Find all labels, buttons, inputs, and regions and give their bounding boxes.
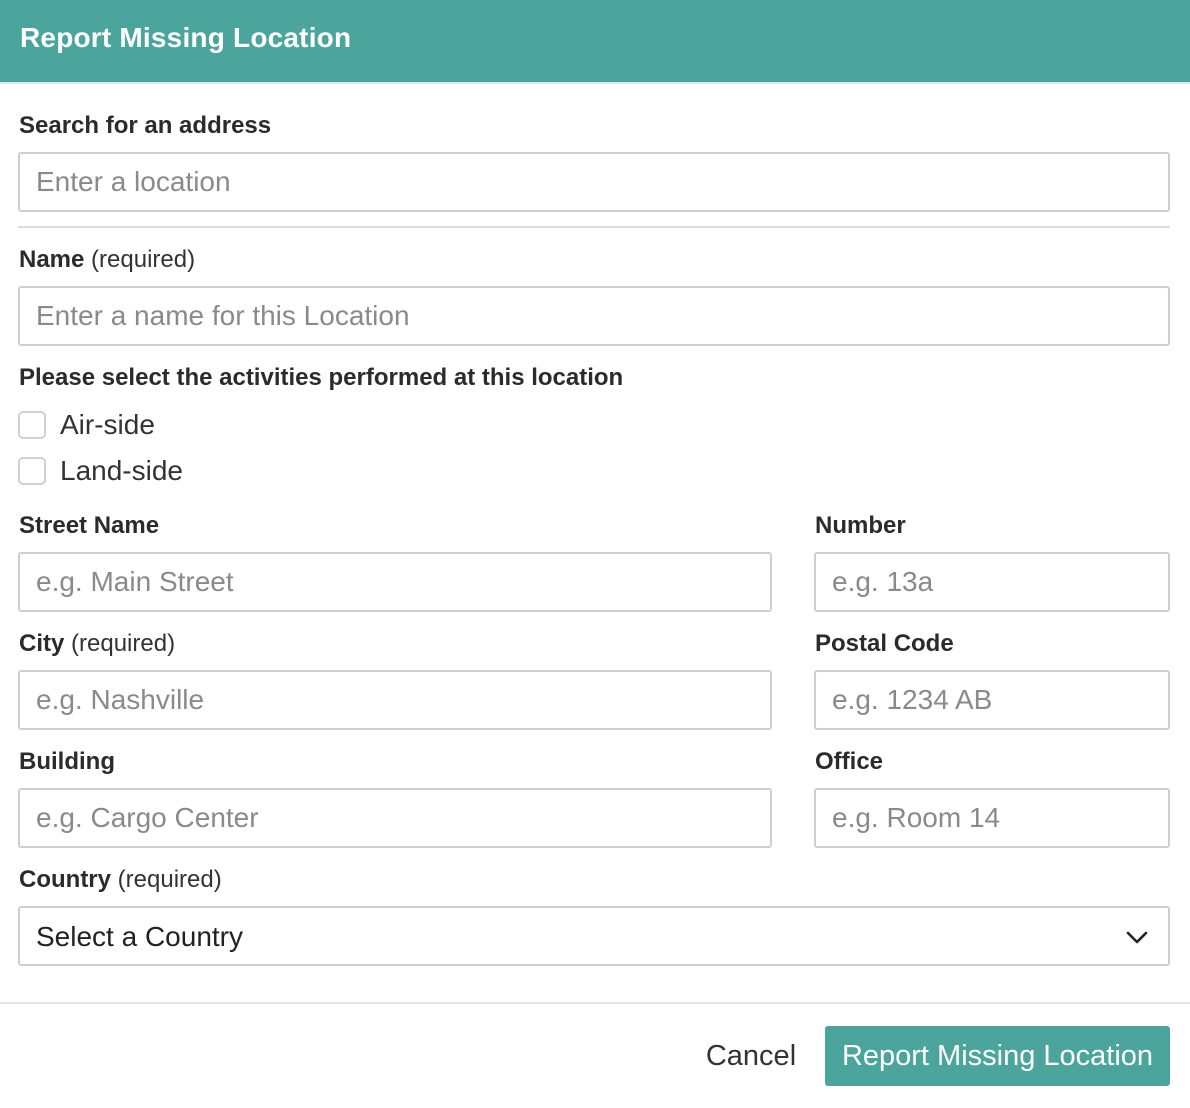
country-label: Country (required) xyxy=(19,865,222,895)
number-label-text: Number xyxy=(815,512,906,539)
report-missing-location-button[interactable]: Report Missing Location xyxy=(825,1026,1170,1086)
search-label-text: Search for an address xyxy=(19,112,272,139)
postal-code-input[interactable] xyxy=(814,670,1170,730)
country-select-value: Select a Country xyxy=(36,921,243,952)
section-divider xyxy=(18,226,1170,228)
activities-label-text: Please select the activities performed a… xyxy=(19,364,624,391)
location-name-input[interactable] xyxy=(18,286,1170,346)
number-label: Number xyxy=(815,511,906,541)
airside-checkbox[interactable] xyxy=(18,411,46,439)
address-search-input[interactable] xyxy=(18,152,1170,212)
street-number-input[interactable] xyxy=(814,552,1170,612)
city-input[interactable] xyxy=(18,670,772,730)
name-required-hint: (required) xyxy=(91,246,196,273)
building-label: Building xyxy=(19,747,115,777)
activities-label: Please select the activities performed a… xyxy=(19,363,623,393)
cancel-button[interactable]: Cancel xyxy=(690,1026,812,1086)
country-required-hint: (required) xyxy=(117,866,222,893)
search-label: Search for an address xyxy=(19,111,271,141)
postal-label: Postal Code xyxy=(815,629,954,659)
street-label-text: Street Name xyxy=(19,512,160,539)
name-label-text: Name xyxy=(19,246,85,273)
office-input[interactable] xyxy=(814,788,1170,848)
building-input[interactable] xyxy=(18,788,772,848)
city-label: City (required) xyxy=(19,629,175,659)
dialog-header: Report Missing Location xyxy=(0,0,1190,84)
office-label: Office xyxy=(815,747,883,777)
building-label-text: Building xyxy=(19,748,115,775)
footer-divider xyxy=(0,1002,1190,1004)
country-select[interactable]: Select a Country xyxy=(18,906,1170,966)
city-required-hint: (required) xyxy=(71,630,176,657)
airside-label[interactable]: Air-side xyxy=(60,409,155,441)
city-label-text: City xyxy=(19,630,65,657)
office-label-text: Office xyxy=(815,748,884,775)
name-label: Name (required) xyxy=(19,245,195,275)
airside-option[interactable]: Air-side xyxy=(18,409,155,441)
street-label: Street Name xyxy=(19,511,159,541)
chevron-down-icon xyxy=(1126,931,1148,944)
dialog-title: Report Missing Location xyxy=(20,22,352,53)
postal-label-text: Postal Code xyxy=(815,630,954,657)
landside-option[interactable]: Land-side xyxy=(18,455,183,487)
country-label-text: Country xyxy=(19,866,111,893)
street-name-input[interactable] xyxy=(18,552,772,612)
landside-label[interactable]: Land-side xyxy=(60,455,183,487)
landside-checkbox[interactable] xyxy=(18,457,46,485)
